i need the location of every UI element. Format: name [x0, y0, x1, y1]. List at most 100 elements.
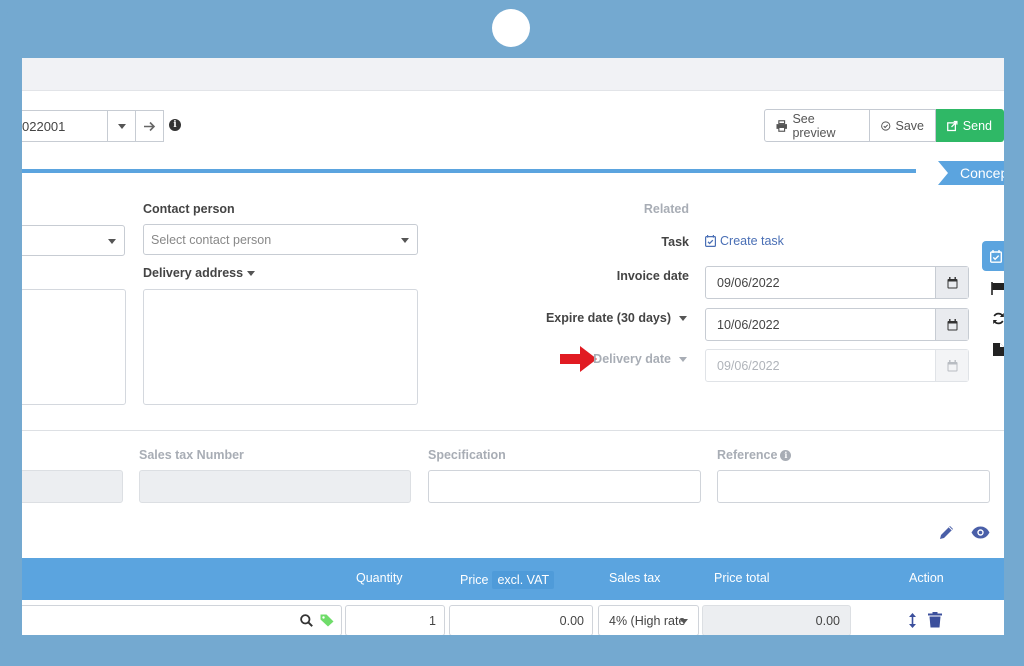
- sales-tax-value: 4% (High rate: [609, 613, 686, 628]
- related-label: Related: [643, 202, 689, 216]
- calendar-button[interactable]: [935, 350, 968, 381]
- tag-icon[interactable]: [320, 614, 334, 627]
- column-price-total: Price total: [714, 571, 770, 585]
- create-task-label: Create task: [720, 234, 784, 248]
- pencil-icon[interactable]: [938, 524, 955, 541]
- column-price-suffix: excl. VAT: [492, 571, 555, 589]
- quantity-input[interactable]: 1: [345, 605, 445, 635]
- create-task-link[interactable]: Create task: [705, 234, 784, 248]
- camera-icon: [492, 9, 530, 47]
- vat-number-field[interactable]: [22, 470, 123, 503]
- delivery-date-toggle[interactable]: Delivery date: [582, 352, 687, 366]
- invoice-date-value: 09/06/2022: [717, 275, 780, 290]
- search-icon[interactable]: [300, 614, 313, 627]
- expire-date-field[interactable]: 10/06/2022: [705, 308, 969, 341]
- progress-line: [22, 169, 916, 173]
- line-items-header: Quantity Price excl. VAT Sales tax Price …: [22, 558, 1004, 600]
- caret-down-icon: [680, 619, 688, 624]
- calendar-button[interactable]: [935, 267, 968, 298]
- sales-tax-number-label: Sales tax Number: [139, 448, 244, 462]
- check-circle-icon: [881, 120, 891, 131]
- invoice-number-dropdown[interactable]: [108, 110, 136, 142]
- expire-date-label: Expire date (30 days): [545, 311, 671, 325]
- sales-tax-select[interactable]: 4% (High rate: [598, 605, 699, 635]
- invoice-date-label: Invoice date: [616, 269, 689, 283]
- calendar-check-icon: [705, 235, 716, 247]
- contact-person-placeholder: Select contact person: [151, 232, 272, 247]
- status-label: Concep: [960, 165, 1004, 181]
- contact-person-label: Contact person: [143, 202, 235, 216]
- calendar-button[interactable]: [935, 309, 968, 340]
- specification-label: Specification: [428, 448, 506, 462]
- save-button[interactable]: Save: [870, 109, 936, 142]
- document-icon: [992, 342, 1004, 356]
- see-preview-label: See preview: [792, 111, 836, 140]
- product-search-field[interactable]: [22, 605, 342, 635]
- caret-down-icon: [679, 316, 687, 322]
- price-value: 0.00: [559, 613, 584, 628]
- invoice-number-value: 022001: [22, 118, 66, 134]
- invoice-screen: 022001 i See preview Save Send Concep Co…: [22, 58, 1004, 635]
- price-total-value: 0.00: [815, 613, 840, 628]
- specification-field[interactable]: [428, 470, 701, 503]
- delivery-address-label: Delivery address: [143, 266, 244, 280]
- column-price-label: Price: [460, 573, 489, 587]
- delivery-date-value: 09/06/2022: [717, 358, 780, 373]
- sales-tax-number-field[interactable]: [139, 470, 411, 503]
- invoice-number-input[interactable]: 022001: [22, 110, 108, 142]
- arrow-right-icon: [144, 121, 156, 131]
- delivery-address-textarea[interactable]: [143, 289, 418, 405]
- status-badge: Concep: [938, 161, 1004, 185]
- rail-flag-button[interactable]: [984, 273, 1004, 303]
- external-link-icon: [947, 120, 958, 131]
- eye-icon[interactable]: [971, 526, 990, 539]
- caret-down-icon: [679, 357, 687, 363]
- task-label: Task: [661, 235, 689, 249]
- send-button[interactable]: Send: [936, 109, 1004, 142]
- column-sales-tax: Sales tax: [609, 571, 661, 585]
- column-action: Action: [909, 571, 944, 585]
- expire-date-toggle[interactable]: Expire date (30 days): [502, 311, 687, 325]
- rail-document-button[interactable]: [984, 334, 1004, 364]
- reference-label-group: Reference i: [717, 448, 792, 462]
- reference-label: Reference: [717, 448, 778, 462]
- printer-icon: [776, 119, 787, 132]
- caret-down-icon: [247, 271, 256, 277]
- caret-down-icon: [108, 239, 116, 244]
- drag-sort-icon[interactable]: [909, 613, 916, 628]
- save-label: Save: [895, 118, 925, 133]
- action-buttons: See preview Save Send: [764, 109, 1004, 142]
- price-input[interactable]: 0.00: [449, 605, 593, 635]
- invoice-number-group: 022001: [22, 110, 164, 142]
- section-divider: [22, 430, 1004, 431]
- customer-address-box[interactable]: [22, 289, 126, 405]
- rail-sync-button[interactable]: [984, 303, 1004, 333]
- calendar-icon: [947, 359, 957, 371]
- refresh-icon: [992, 312, 1004, 324]
- quantity-value: 1: [429, 613, 436, 628]
- caret-down-icon: [117, 123, 126, 129]
- trash-icon[interactable]: [928, 612, 942, 628]
- calendar-icon: [947, 318, 957, 330]
- caret-down-icon: [401, 238, 409, 243]
- calendar-icon: [947, 276, 957, 288]
- invoice-number-next[interactable]: [136, 110, 164, 142]
- expire-date-value: 10/06/2022: [717, 317, 780, 332]
- price-total-field: 0.00: [702, 605, 851, 635]
- delivery-date-label: Delivery date: [593, 352, 671, 366]
- info-icon[interactable]: i: [780, 450, 792, 462]
- reference-field[interactable]: [717, 470, 990, 503]
- delivery-address-toggle[interactable]: Delivery address: [143, 266, 256, 280]
- see-preview-button[interactable]: See preview: [764, 109, 870, 142]
- send-label: Send: [962, 118, 992, 133]
- info-icon[interactable]: i: [169, 119, 181, 131]
- invoice-date-field[interactable]: 09/06/2022: [705, 266, 969, 299]
- customer-select[interactable]: [22, 225, 125, 256]
- column-quantity: Quantity: [356, 571, 403, 585]
- column-price: Price excl. VAT: [460, 571, 555, 589]
- rail-tasks-button[interactable]: [982, 241, 1004, 271]
- delivery-date-field[interactable]: 09/06/2022: [705, 349, 969, 382]
- calendar-check-icon: [990, 249, 1002, 263]
- contact-person-select[interactable]: Select contact person: [143, 224, 418, 255]
- top-bar: [22, 58, 1004, 91]
